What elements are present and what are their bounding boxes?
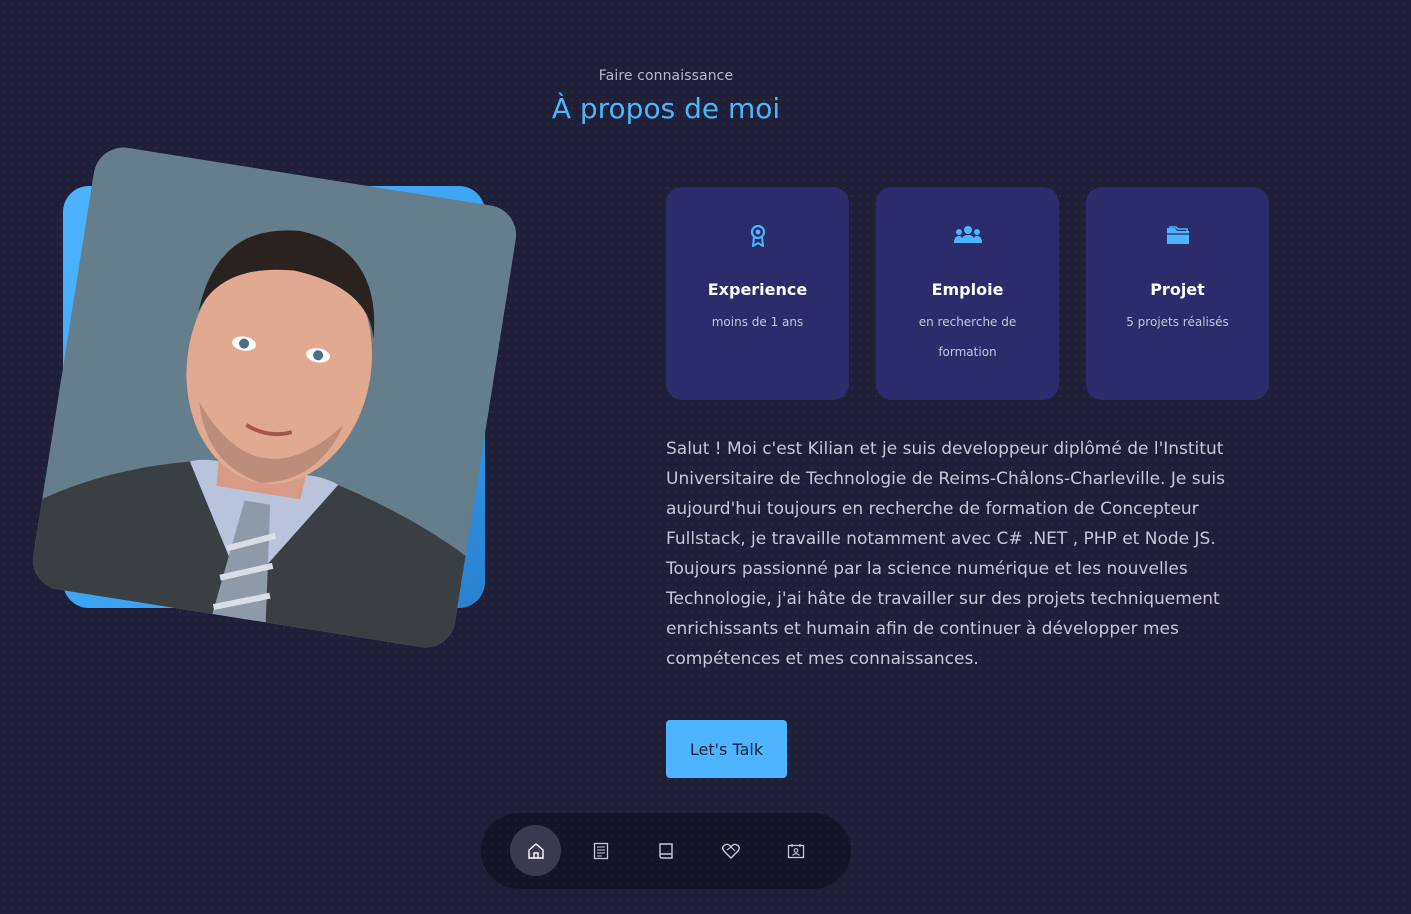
card-title: Projet (1150, 280, 1205, 299)
document-icon (593, 842, 608, 859)
about-description: Salut ! Moi c'est Kilian et je suis deve… (666, 439, 1225, 669)
card-text: moins de 1 ans (711, 315, 804, 329)
card-title: Emploie (931, 280, 1004, 299)
nav-services[interactable] (705, 825, 756, 876)
profile-photo-container (0, 0, 560, 700)
users-icon (953, 226, 982, 243)
award-icon (750, 225, 765, 247)
bottom-nav (481, 813, 851, 889)
home-icon (527, 842, 544, 859)
book-icon (658, 842, 673, 859)
nav-contact[interactable] (770, 825, 821, 876)
lets-talk-button[interactable]: Let's Talk (666, 720, 787, 778)
card-title: Experience (707, 280, 808, 299)
card-emploie: Emploie en recherche de formation (876, 187, 1059, 400)
portrait-illustration (28, 143, 521, 652)
card-text: en recherche de formation (918, 315, 1017, 359)
card-experience: Experience moins de 1 ans (666, 187, 849, 400)
nav-experience[interactable] (640, 825, 691, 876)
heart-handshake-icon (721, 843, 740, 859)
nav-about[interactable] (575, 825, 626, 876)
card-projet: Projet 5 projets réalisés (1086, 187, 1269, 400)
folder-icon (1166, 226, 1189, 244)
card-text: 5 projets réalisés (1126, 315, 1229, 329)
profile-photo (28, 143, 521, 652)
contact-card-icon (787, 843, 804, 858)
nav-home[interactable] (510, 825, 561, 876)
